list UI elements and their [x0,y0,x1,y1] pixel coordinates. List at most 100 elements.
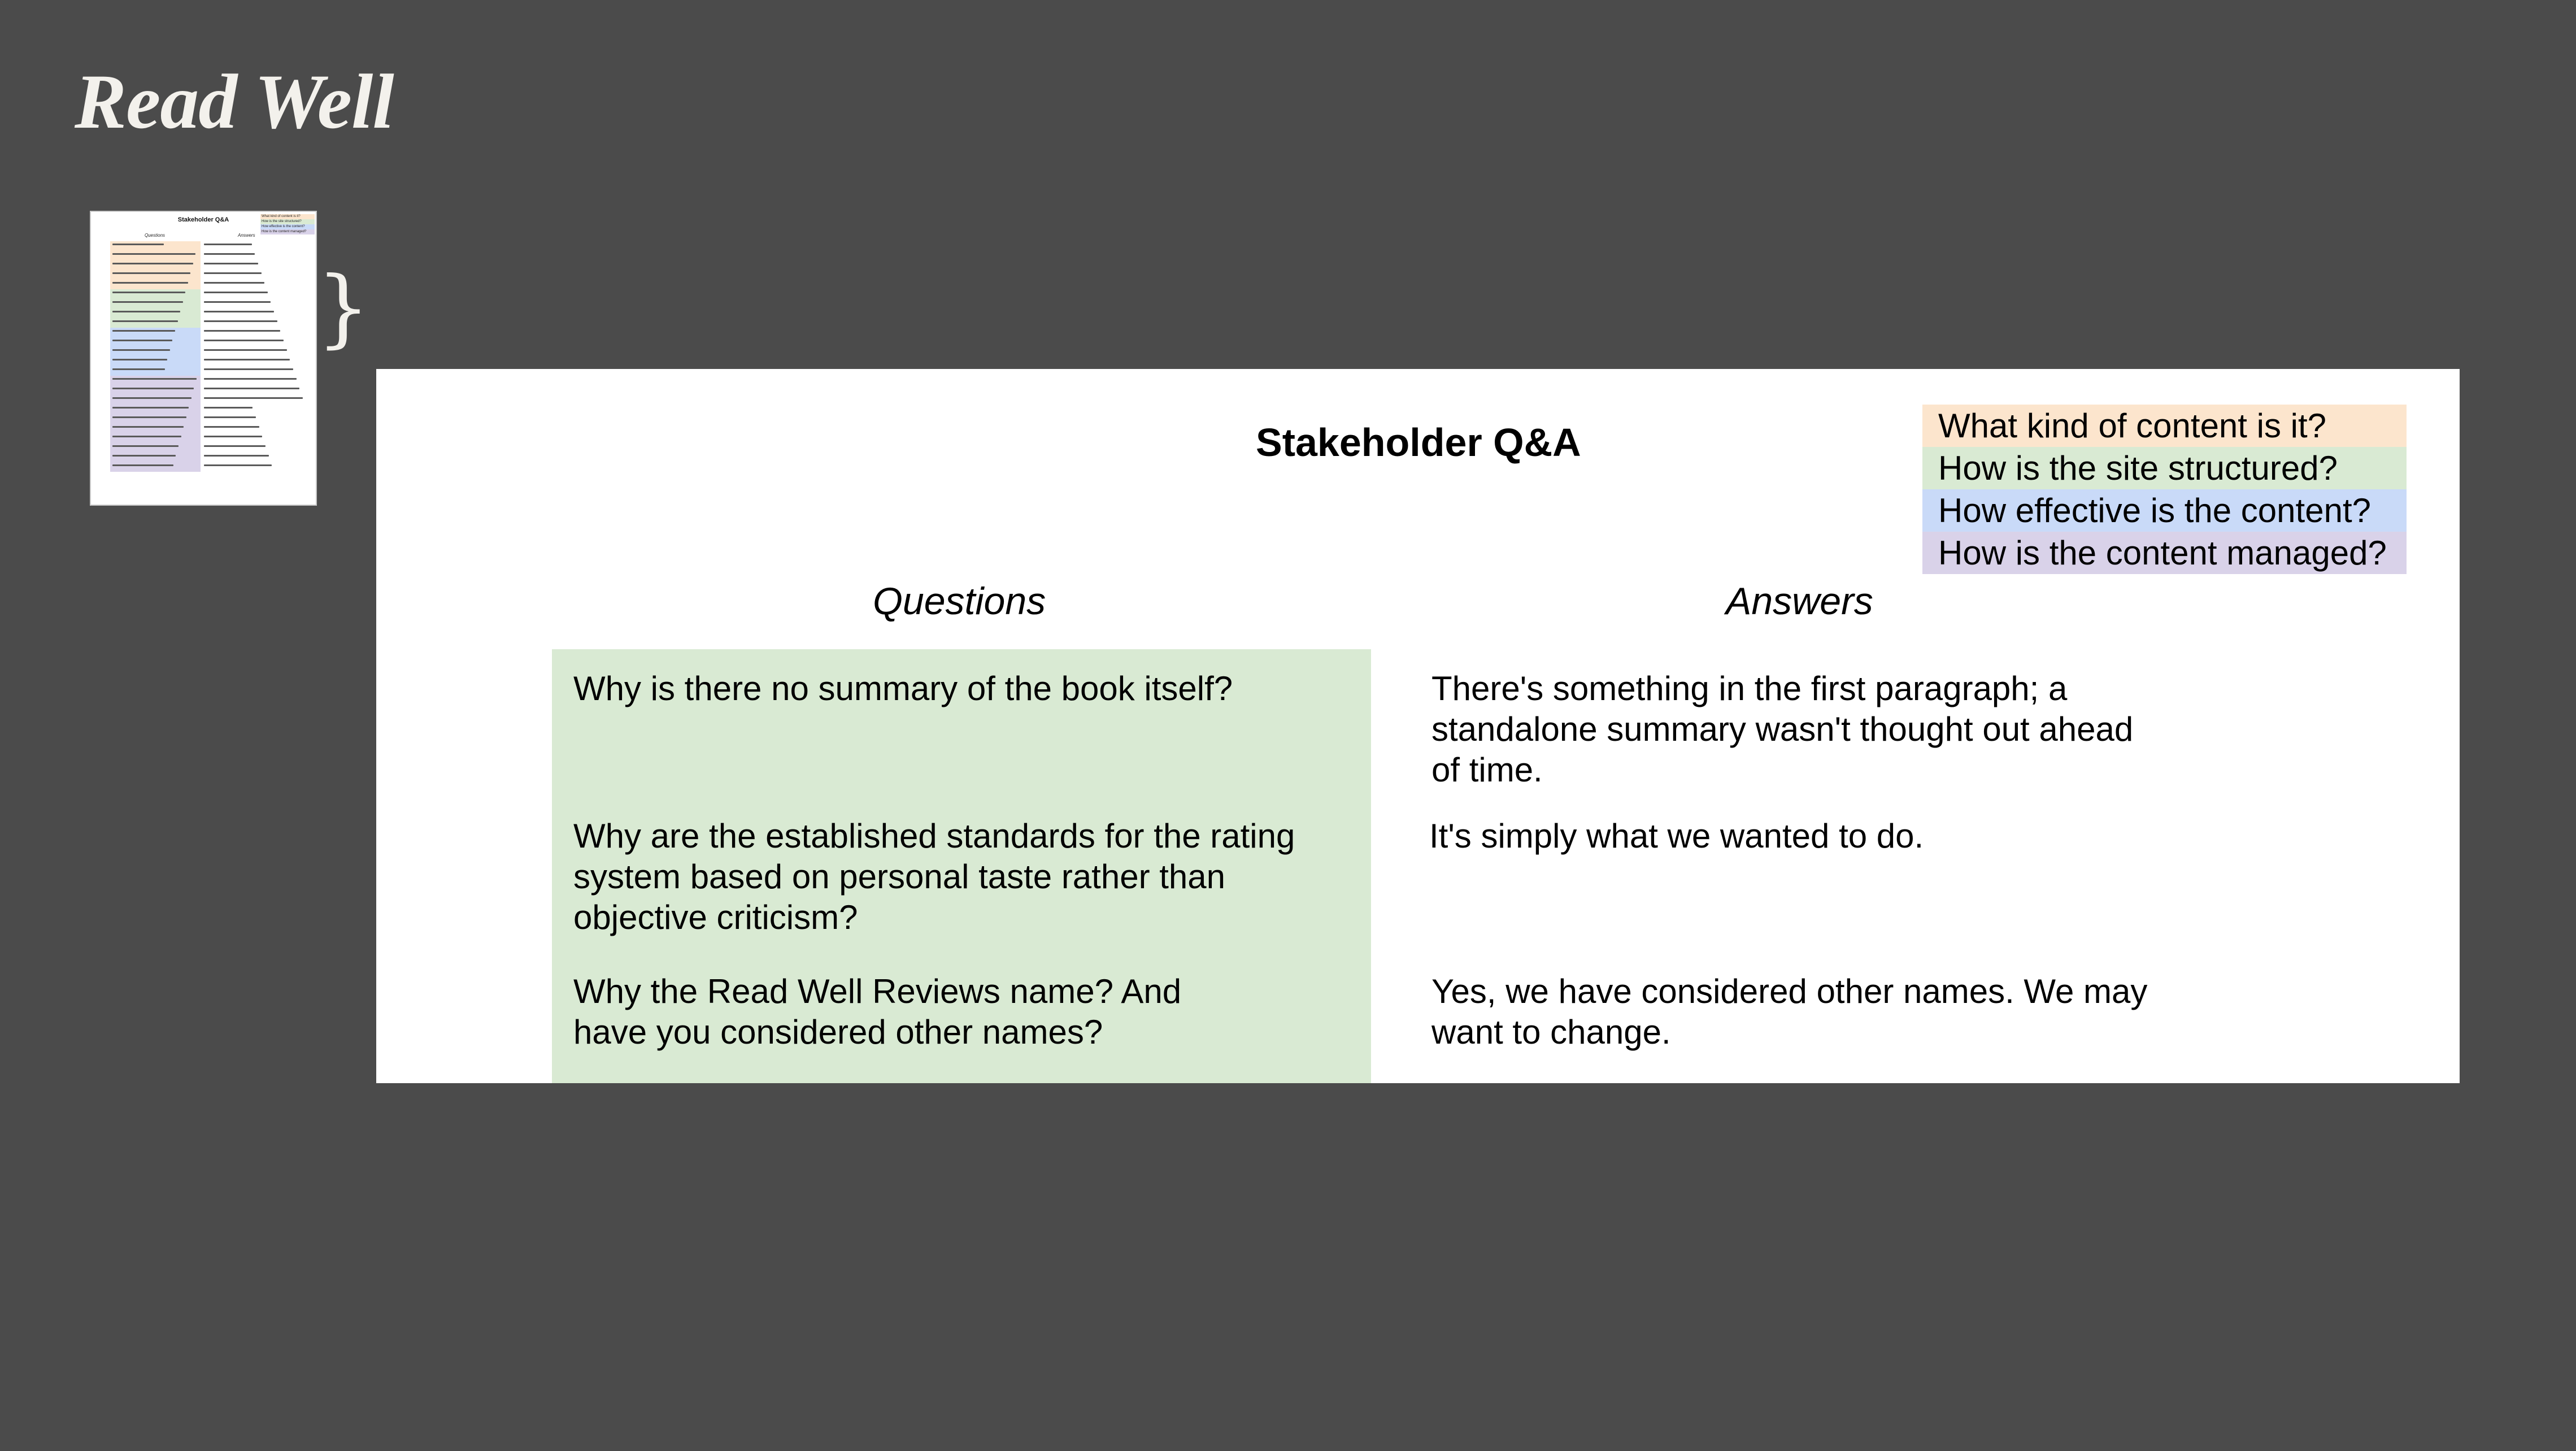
thumbnail-question-cell [110,299,201,309]
answer-text: It's simply what we wanted to do. [1429,817,1924,855]
thumbnail-answer-cell [201,347,314,357]
thumbnail-text-line [204,359,290,360]
thumbnail-row [110,260,314,270]
thumbnail-text-line [112,445,179,447]
legend-item-content-effectiveness: How effective is the content? [1922,489,2407,532]
answer-text: Yes, we have considered other names. We … [1431,972,2148,1051]
thumbnail-text-line [204,426,259,428]
thumbnail-question-cell [110,366,201,376]
presentation-canvas: Read Well Stakeholder Q&A What kind of c… [0,0,2576,1451]
document-thumbnail[interactable]: Stakeholder Q&A What kind of content is … [90,211,317,506]
thumbnail-answer-cell [201,376,314,385]
thumbnail-row [110,395,314,405]
thumbnail-question-cell [110,414,201,424]
thumbnail-question-cell [110,280,201,289]
brand-logo: Read Well [75,58,394,145]
thumbnail-text-line [112,388,194,389]
thumbnail-question-cell [110,328,201,337]
thumbnail-text-line [112,359,168,360]
thumbnail-answer-cell [201,443,314,453]
thumbnail-legend-item: How is the site structured? [260,219,315,224]
thumbnail-text-line [204,368,293,370]
thumbnail-text-line [204,407,253,409]
thumbnail-answer-cell [201,318,314,328]
thumbnail-text-line [112,407,189,409]
thumbnail-text-line [204,330,281,332]
thumbnail-answer-cell [201,260,314,270]
thumbnail-question-cell [110,443,201,453]
thumbnail-text-line [204,244,252,245]
thumbnail-answer-cell [201,328,314,337]
thumbnail-text-line [112,416,186,418]
thumbnail-row [110,289,314,299]
thumbnail-row [110,414,314,424]
thumbnail-text-line [204,416,256,418]
thumbnail-row [110,280,314,289]
thumbnail-question-cell [110,241,201,251]
thumbnail-answer-cell [201,433,314,443]
thumbnail-row [110,241,314,251]
thumbnail-row [110,453,314,462]
thumbnail-answer-cell [201,270,314,280]
questions-header: Questions [873,580,1046,623]
thumbnail-text-line [204,378,297,380]
thumbnail-text-line [112,464,173,466]
thumbnail-text-line [204,282,265,284]
slide-title: Stakeholder Q&A [1256,420,1581,464]
thumbnail-text-line [112,455,176,457]
thumbnail-text-line [112,301,183,303]
thumbnail-answer-cell [201,414,314,424]
thumbnail-answer-cell [201,280,314,289]
thumbnail-legend: What kind of content is it? How is the s… [260,214,315,234]
thumbnail-row [110,462,314,472]
thumbnail-rows [110,241,314,472]
thumbnail-text-line [112,397,192,399]
thumbnail-answer-cell [201,241,314,251]
thumbnail-text-line [204,388,300,389]
thumbnail-row [110,318,314,328]
thumbnail-answer-cell [201,453,314,462]
thumbnail-question-cell [110,347,201,357]
thumbnail-question-cell [110,395,201,405]
thumbnail-text-line [204,301,271,303]
thumbnail-row [110,299,314,309]
thumbnail-question-cell [110,251,201,260]
thumbnail-question-cell [110,357,201,366]
thumbnail-row [110,357,314,366]
thumbnail-text-line [112,282,188,284]
question-text: Why are the established standards for th… [573,817,1295,936]
thumbnail-row [110,443,314,453]
thumbnail-text-line [204,397,303,399]
thumbnail-question-cell [110,260,201,270]
thumbnail-text-line [112,320,178,322]
thumbnail-answers-header: Answers [238,233,255,238]
thumbnail-text-line [112,340,173,341]
legend-item-content-management: How is the content managed? [1922,532,2407,574]
thumbnail-legend-item: How effective is the content? [260,224,315,229]
thumbnail-question-cell [110,424,201,433]
thumbnail-answer-cell [201,251,314,260]
thumbnail-question-cell [110,289,201,299]
thumbnail-text-line [112,368,165,370]
thumbnail-text-line [204,263,258,264]
thumbnail-text-line [112,272,191,274]
thumbnail-answer-cell [201,462,314,472]
thumbnail-legend-item: What kind of content is it? [260,214,315,219]
thumbnail-question-cell [110,405,201,414]
legend-item-content-kind: What kind of content is it? [1922,405,2407,447]
thumbnail-question-cell [110,337,201,347]
thumbnail-answer-cell [201,309,314,318]
thumbnail-question-cell [110,376,201,385]
thumbnail-answer-cell [201,289,314,299]
thumbnail-row [110,328,314,337]
thumbnail-answer-cell [201,357,314,366]
thumbnail-text-line [112,436,181,437]
thumbnail-text-line [112,378,197,380]
thumbnail-text-line [204,272,262,274]
thumbnail-text-line [204,455,269,457]
thumbnail-row [110,347,314,357]
thumbnail-question-cell [110,453,201,462]
thumbnail-row [110,366,314,376]
thumbnail-answer-cell [201,385,314,395]
thumbnail-text-line [112,292,186,293]
